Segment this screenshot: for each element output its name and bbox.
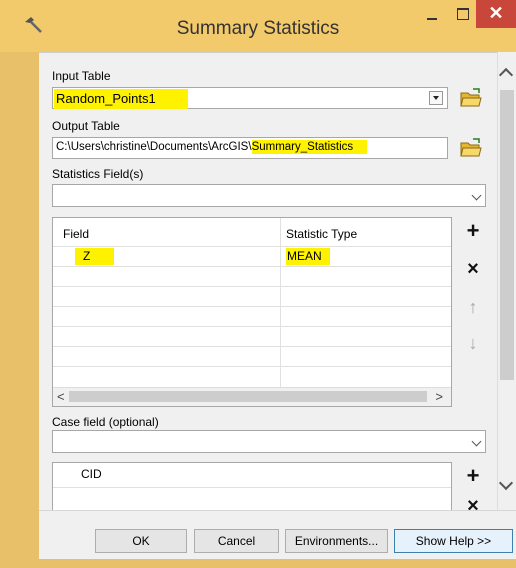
browse-output-table-button[interactable] bbox=[459, 137, 483, 159]
button-bar: OK Cancel Environments... Show Help >> bbox=[39, 510, 516, 559]
input-table-label: Input Table bbox=[52, 69, 111, 83]
minimize-icon bbox=[427, 18, 437, 20]
input-table-value: Random_Points1 bbox=[54, 89, 188, 109]
statistics-field-dropdown[interactable] bbox=[52, 184, 486, 207]
list-item[interactable]: CID bbox=[53, 463, 451, 488]
table-row[interactable]: Z MEAN bbox=[53, 246, 451, 267]
statistic-type-cell[interactable]: MEAN bbox=[286, 248, 330, 265]
dropdown-arrow-icon[interactable] bbox=[429, 91, 443, 105]
chevron-down-icon bbox=[471, 190, 482, 201]
column-divider bbox=[280, 218, 281, 387]
output-table-field[interactable]: C:\Users\christine\Documents\ArcGIS\Summ… bbox=[52, 137, 448, 159]
output-table-value: C:\Users\christine\Documents\ArcGIS\Summ… bbox=[56, 140, 368, 154]
scroll-left-icon[interactable]: < bbox=[57, 389, 65, 404]
output-table-name: Summary_Statistics bbox=[251, 140, 368, 154]
maximize-button[interactable] bbox=[448, 0, 478, 30]
field-cell[interactable]: Z bbox=[75, 248, 115, 265]
open-folder-icon bbox=[460, 138, 482, 157]
tool-parameters-panel: Input Table Random_Points1 Output Table … bbox=[39, 52, 516, 511]
browse-input-table-button[interactable] bbox=[459, 87, 483, 109]
add-row-button[interactable]: + bbox=[460, 218, 486, 244]
ok-button[interactable]: OK bbox=[95, 529, 187, 553]
case-field-list[interactable]: CID bbox=[52, 462, 452, 511]
environments-button[interactable]: Environments... bbox=[285, 529, 388, 553]
case-field-dropdown[interactable] bbox=[52, 430, 486, 453]
scroll-down-icon[interactable] bbox=[498, 475, 514, 491]
table-row[interactable] bbox=[53, 266, 451, 287]
table-header: Field Statistic Type bbox=[53, 218, 451, 247]
plus-icon: + bbox=[466, 218, 480, 243]
dialog-window: Summary Statistics ✕ Input Table Random_… bbox=[0, 0, 516, 568]
table-row[interactable] bbox=[53, 306, 451, 327]
cancel-button[interactable]: Cancel bbox=[194, 529, 279, 553]
case-field-item[interactable]: CID bbox=[81, 467, 102, 481]
arrow-up-icon: ↑ bbox=[468, 297, 478, 317]
scroll-right-icon[interactable]: > bbox=[435, 389, 443, 404]
table-row[interactable] bbox=[53, 346, 451, 367]
horizontal-scroll-thumb[interactable] bbox=[69, 391, 427, 402]
close-button[interactable]: ✕ bbox=[476, 0, 516, 28]
table-row[interactable] bbox=[53, 286, 451, 307]
chevron-down-icon bbox=[471, 436, 482, 447]
title-bar[interactable]: Summary Statistics ✕ bbox=[0, 0, 516, 52]
show-help-button[interactable]: Show Help >> bbox=[394, 529, 513, 553]
statistics-fields-label: Statistics Field(s) bbox=[52, 167, 144, 181]
maximize-icon bbox=[457, 8, 469, 20]
delete-x-icon: × bbox=[467, 495, 479, 511]
output-table-label: Output Table bbox=[52, 119, 120, 133]
vertical-scroll-thumb[interactable] bbox=[500, 90, 514, 380]
table-row[interactable] bbox=[53, 366, 451, 386]
case-field-label: Case field (optional) bbox=[52, 415, 159, 429]
move-down-button[interactable]: ↓ bbox=[460, 330, 486, 356]
move-up-button[interactable]: ↑ bbox=[460, 294, 486, 320]
input-table-combo[interactable]: Random_Points1 bbox=[52, 87, 448, 109]
output-table-path: C:\Users\christine\Documents\ArcGIS\ bbox=[56, 141, 252, 153]
plus-icon: + bbox=[466, 463, 480, 488]
open-folder-icon bbox=[460, 88, 482, 107]
column-header-statistic-type: Statistic Type bbox=[286, 227, 358, 241]
statistics-table[interactable]: Field Statistic Type Z MEAN < > bbox=[52, 217, 452, 407]
vertical-scrollbar[interactable] bbox=[497, 52, 516, 510]
table-row[interactable] bbox=[53, 326, 451, 347]
remove-case-field-button[interactable]: × bbox=[460, 493, 486, 511]
horizontal-scrollbar[interactable]: < > bbox=[53, 387, 451, 406]
add-case-field-button[interactable]: + bbox=[460, 463, 486, 489]
remove-row-button[interactable]: × bbox=[460, 256, 486, 282]
column-header-field: Field bbox=[63, 227, 90, 241]
delete-x-icon: × bbox=[467, 258, 479, 280]
arrow-down-icon: ↓ bbox=[468, 333, 478, 353]
scroll-up-icon[interactable] bbox=[498, 67, 514, 83]
close-icon: ✕ bbox=[488, 3, 504, 23]
